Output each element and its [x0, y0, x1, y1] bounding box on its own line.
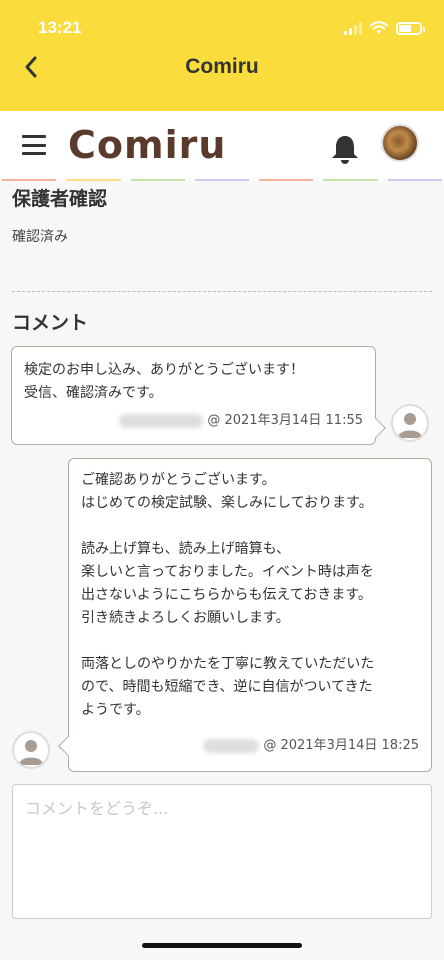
comment-input[interactable]: [12, 784, 432, 919]
section-divider: [12, 291, 432, 292]
comment-bubble-parent: ご確認ありがとうございます。 はじめての検定試験、楽しみにしております。 読み上…: [58, 458, 432, 772]
comiru-logo: Comiru: [68, 123, 226, 167]
signal-icon: [344, 21, 362, 35]
redacted-name: [203, 738, 260, 753]
confirmation-status: 確認済み: [12, 229, 68, 245]
comment-meta: @ 2021年3月14日 18:25: [203, 734, 419, 757]
guardian-confirmation-heading: 保護者確認: [12, 188, 108, 210]
user-avatar-icon: [398, 413, 422, 438]
home-indicator: [142, 943, 302, 948]
wifi-icon: [370, 21, 388, 34]
app-header: Comiru: [0, 111, 444, 181]
comment-text: ご確認ありがとうございます。 はじめての検定試験、楽しみにしております。 読み上…: [81, 472, 375, 718]
nav-title: Comiru: [185, 55, 259, 78]
bell-icon[interactable]: [329, 133, 361, 165]
comment-date: @ 2021年3月14日 11:55: [207, 413, 363, 428]
comment-date: @ 2021年3月14日 18:25: [263, 738, 419, 753]
logo-text: Comiru: [68, 123, 227, 167]
redacted-name: [119, 413, 204, 428]
user-avatar-icon: [19, 740, 43, 765]
header-stripes: [0, 179, 444, 181]
status-time: 13:21: [38, 18, 82, 37]
battery-icon: [396, 21, 425, 35]
parent-avatar: [12, 731, 50, 769]
hamburger-menu-icon[interactable]: [22, 135, 46, 155]
comment-bubble-staff: 検定のお申し込み、ありがとうございます！ 受信、確認済みです。 @ 2021年3…: [11, 346, 386, 445]
staff-avatar: [391, 404, 429, 442]
comment-text: 検定のお申し込み、ありがとうございます！ 受信、確認済みです。: [24, 362, 304, 401]
comments-heading: コメント: [12, 312, 89, 334]
top-navigation-bar: 13:21 Comiru: [0, 0, 444, 111]
comment-meta: @ 2021年3月14日 11:55: [119, 409, 363, 432]
profile-avatar[interactable]: [381, 124, 419, 162]
status-icons: [344, 20, 425, 36]
